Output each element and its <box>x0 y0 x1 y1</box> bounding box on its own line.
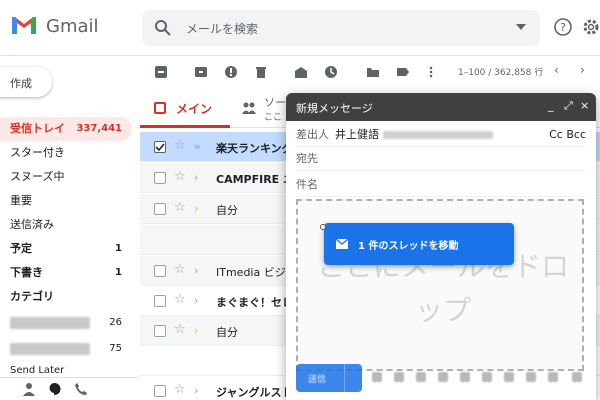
row-checkbox[interactable] <box>154 172 166 184</box>
important-marker-icon[interactable]: › <box>194 294 198 307</box>
compose-formatting-bar <box>372 372 590 386</box>
top-bar: Gmail メールを検索 ? <box>0 0 600 56</box>
sender-name: 楽天ランキング <box>216 142 293 155</box>
blurred-email-address <box>383 131 493 139</box>
signature-icon[interactable] <box>526 372 536 382</box>
app-name: Gmail <box>46 16 99 37</box>
inbox-tab-icon <box>154 102 166 114</box>
cc-bcc-link[interactable]: Cc Bcc <box>549 123 586 147</box>
sidebar-item-inbox[interactable]: 受信トレイ 337,441 <box>0 117 132 141</box>
search-options-chevron-icon[interactable] <box>516 24 526 30</box>
to-field[interactable]: 宛先 <box>296 147 586 171</box>
emoji-icon[interactable] <box>438 372 448 382</box>
send-options-divider <box>344 364 345 392</box>
more-vert-icon[interactable] <box>424 65 438 79</box>
sidebar: 作成 受信トレイ 337,441 スター付き スヌーズ中 重要 送信済み 予定 … <box>0 57 138 400</box>
compose-title: 新規メッセージ <box>296 102 373 115</box>
move-to-folder-icon[interactable] <box>366 65 380 79</box>
search-input[interactable]: メールを検索 <box>186 20 258 37</box>
sender-name: 自分 <box>216 326 238 339</box>
people-icon <box>242 102 256 114</box>
sidebar-item-categories[interactable]: カテゴリ <box>0 285 132 309</box>
gear-icon[interactable] <box>581 17 600 37</box>
drag-chip-label: 1 件のスレッドを移動 <box>358 241 459 252</box>
blurred-label <box>10 317 90 329</box>
blurred-label <box>10 343 90 355</box>
drive-icon[interactable] <box>460 372 470 382</box>
hangouts-bar <box>0 377 138 400</box>
compose-button[interactable]: 作成 <box>0 67 52 97</box>
tab-social[interactable]: ソーシャル ここ <box>230 88 290 128</box>
search-icon[interactable] <box>154 19 172 37</box>
important-marker-icon[interactable]: › <box>194 384 198 397</box>
row-checkbox[interactable] <box>154 385 166 397</box>
row-checkbox[interactable] <box>154 203 166 215</box>
sender-name: 自分 <box>216 204 238 217</box>
sidebar-item-sent[interactable]: 送信済み <box>0 213 132 237</box>
discard-draft-icon[interactable] <box>572 372 582 382</box>
hangouts-icon[interactable] <box>48 382 62 396</box>
snooze-clock-icon[interactable] <box>324 65 338 79</box>
search-bar[interactable]: メールを検索 <box>142 10 540 46</box>
person-icon[interactable] <box>22 382 36 396</box>
drag-thread-chip[interactable]: 1 件のスレッドを移動 <box>324 223 514 265</box>
envelope-icon <box>336 239 348 249</box>
send-button[interactable]: 送信 <box>296 364 362 392</box>
row-checkbox[interactable] <box>154 295 166 307</box>
delete-icon[interactable] <box>254 65 268 79</box>
svg-text:?: ? <box>560 21 566 34</box>
important-marker-icon[interactable]: › <box>194 171 198 184</box>
sidebar-item-important[interactable]: 重要 <box>0 189 132 213</box>
next-page-chevron-icon[interactable]: › <box>580 63 585 77</box>
star-icon[interactable]: ☆ <box>174 292 186 307</box>
mail-toolbar: 1–100 / 362,858 行 ‹ › <box>140 57 600 87</box>
star-icon[interactable]: ☆ <box>174 382 186 397</box>
star-icon[interactable]: ☆ <box>174 262 186 277</box>
more-options-icon[interactable] <box>548 372 558 382</box>
label-tag-icon[interactable] <box>396 65 410 79</box>
inbox-count: 337,441 <box>76 123 122 134</box>
row-checkbox[interactable] <box>154 141 166 153</box>
sidebar-item-label-blurred-2[interactable]: 75 <box>0 337 132 361</box>
row-checkbox[interactable] <box>154 265 166 277</box>
important-marker-icon[interactable]: » <box>194 140 201 153</box>
compose-header[interactable]: 新規メッセージ _ ⤢ × <box>286 93 596 121</box>
mouse-cursor <box>320 224 326 230</box>
formatting-icon[interactable] <box>372 372 382 382</box>
important-marker-icon[interactable]: › <box>194 324 198 337</box>
lock-icon[interactable] <box>504 372 514 382</box>
sidebar-item-label-blurred-1[interactable]: 26 <box>0 311 132 335</box>
minimize-icon[interactable]: _ <box>548 99 554 112</box>
star-icon[interactable]: ☆ <box>174 169 186 184</box>
phone-icon[interactable] <box>74 382 88 396</box>
sidebar-item-starred[interactable]: スター付き <box>0 141 132 165</box>
fullscreen-icon[interactable]: ⤢ <box>564 99 573 113</box>
important-marker-icon[interactable]: › <box>194 202 198 215</box>
archive-icon[interactable] <box>194 65 208 79</box>
star-icon[interactable]: ☆ <box>174 322 186 337</box>
row-checkbox[interactable] <box>154 325 166 337</box>
gmail-logo-icon[interactable] <box>10 14 38 36</box>
from-field[interactable]: 差出人 井上健語 Cc Bcc <box>296 123 586 147</box>
close-icon[interactable]: × <box>580 99 589 112</box>
sidebar-item-snoozed[interactable]: スヌーズ中 <box>0 165 132 189</box>
help-icon[interactable]: ? <box>553 17 573 37</box>
photo-icon[interactable] <box>482 372 492 382</box>
mark-read-icon[interactable] <box>294 65 308 79</box>
important-marker-icon[interactable]: › <box>194 264 198 277</box>
compose-label: 作成 <box>10 77 32 90</box>
select-checkbox-icon[interactable] <box>154 65 168 79</box>
tab-primary[interactable]: メイン <box>140 88 230 128</box>
sidebar-item-scheduled[interactable]: 予定 1 <box>0 237 132 261</box>
star-icon[interactable]: ☆ <box>174 138 186 153</box>
prev-page-chevron-icon[interactable]: ‹ <box>554 63 559 77</box>
sidebar-item-drafts[interactable]: 下書き 1 <box>0 261 132 285</box>
subject-field[interactable]: 件名 <box>296 173 586 197</box>
report-spam-icon[interactable] <box>224 65 238 79</box>
attach-icon[interactable] <box>394 372 404 382</box>
pagination-text: 1–100 / 362,858 行 <box>458 68 544 78</box>
link-icon[interactable] <box>416 372 426 382</box>
star-icon[interactable]: ☆ <box>174 200 186 215</box>
